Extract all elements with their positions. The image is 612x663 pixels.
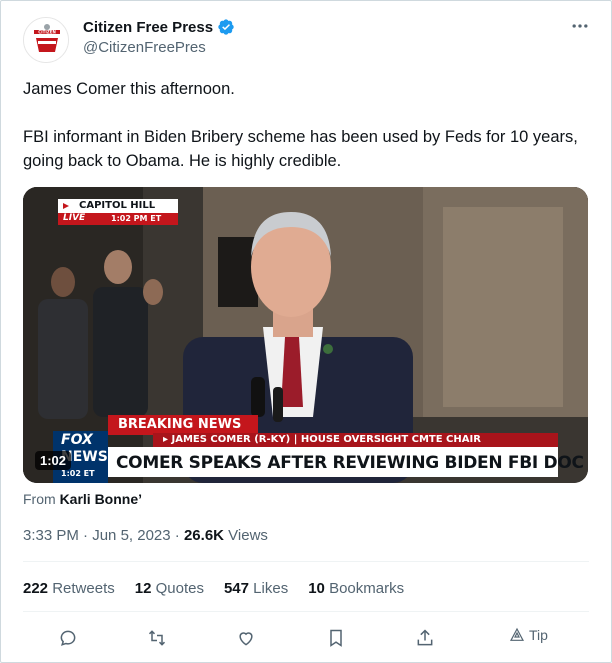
from-source-link[interactable]: Karli Bonne’ [60, 491, 142, 507]
retweets-stat[interactable]: 222 Retweets [23, 580, 115, 597]
quotes-label: Quotes [155, 580, 204, 597]
meta-separator: · [174, 527, 180, 544]
tweet-time[interactable]: 3:33 PM [23, 527, 79, 544]
likes-stat[interactable]: 547 Likes [224, 580, 288, 597]
retweets-count: 222 [23, 580, 49, 597]
views-count: 26.6K [183, 527, 224, 544]
video-player[interactable]: CAPITOL HILL LIVE 1:02 PM ET BREAKING NE… [23, 187, 588, 483]
bookmark-icon[interactable] [321, 623, 351, 653]
author-name[interactable]: Citizen Free Press [83, 19, 213, 36]
location-tag: CAPITOL HILL [79, 200, 156, 211]
breaking-news-label: BREAKING NEWS [118, 417, 242, 432]
live-time: 1:02 PM ET [111, 214, 162, 223]
meta-separator: · [83, 527, 89, 544]
tweet-paragraph: James Comer this afternoon. [23, 80, 235, 98]
reply-icon[interactable] [53, 623, 83, 653]
bookmarks-stat[interactable]: 10 Bookmarks [308, 580, 404, 597]
chyron-headline: COMER SPEAKS AFTER REVIEWING BIDEN FBI D… [116, 453, 584, 473]
verified-badge-icon [217, 18, 235, 36]
chyron-subtitle: ▸ JAMES COMER (R-KY) | HOUSE OVERSIGHT C… [163, 434, 481, 445]
network-logo-top: FOX [61, 432, 93, 448]
author-handle[interactable]: @CitizenFreePres [83, 39, 235, 56]
bookmarks-label: Bookmarks [329, 580, 405, 597]
live-badge: LIVE [63, 213, 86, 223]
retweets-label: Retweets [52, 580, 115, 597]
like-icon[interactable] [231, 623, 261, 653]
divider [23, 561, 589, 562]
retweet-icon[interactable] [142, 623, 172, 653]
avatar[interactable]: CITIZEN [23, 17, 69, 63]
share-icon[interactable] [410, 623, 440, 653]
more-options-icon[interactable] [567, 15, 593, 37]
views-label: Views [228, 527, 268, 544]
tip-button[interactable]: Tip [509, 627, 548, 643]
likes-count: 547 [223, 580, 249, 597]
likes-label: Likes [253, 580, 289, 597]
engagement-stats: 222 Retweets 12 Quotes 547 Likes 10 Book… [23, 580, 404, 597]
tip-icon [510, 627, 524, 641]
tweet-paragraph: FBI informant in Biden Bribery scheme ha… [23, 128, 578, 170]
tip-label: Tip [529, 627, 548, 643]
quotes-count: 12 [134, 580, 152, 597]
bookmarks-count: 10 [308, 580, 325, 597]
tweet-meta: 3:33 PM · Jun 5, 2023 · 26.6K Views [23, 527, 268, 544]
author-block: Citizen Free Press @CitizenFreePres [83, 17, 235, 56]
from-prefix: From [23, 491, 56, 507]
tweet-card: CITIZEN Citizen Free Press @CitizenFreeP… [0, 0, 612, 663]
network-bug-time: 1:02 ET [61, 469, 95, 478]
divider [23, 611, 589, 612]
media-attribution: From Karli Bonne’ [23, 491, 142, 507]
avatar-text: CITIZEN [38, 30, 56, 35]
tweet-text: James Comer this afternoon. FBI informan… [23, 77, 589, 173]
action-bar: Tip [1, 623, 612, 653]
quotes-stat[interactable]: 12 Quotes [135, 580, 204, 597]
tweet-date[interactable]: Jun 5, 2023 [92, 527, 170, 544]
video-duration: 1:02 [35, 451, 72, 470]
